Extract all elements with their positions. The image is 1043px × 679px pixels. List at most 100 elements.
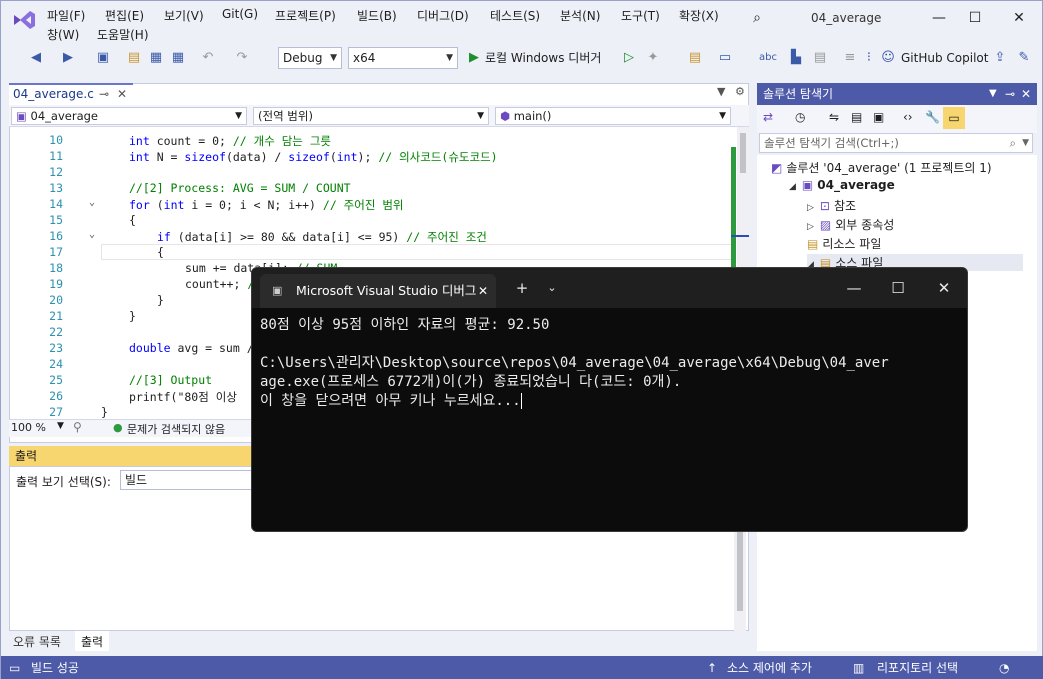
step-icon[interactable]: ▤: [811, 49, 829, 67]
notification-icon[interactable]: ◔: [999, 656, 1009, 679]
save-all-icon[interactable]: ▦: [169, 49, 187, 67]
select-repository[interactable]: 리포지토리 선택: [877, 656, 958, 679]
expand-icon[interactable]: ▷: [807, 203, 814, 213]
spell-check-icon[interactable]: abc: [759, 49, 777, 67]
code-view-icon[interactable]: ‹›: [903, 110, 913, 124]
code-line[interactable]: }: [129, 309, 136, 323]
start-debug-icon[interactable]: ▶: [466, 49, 482, 67]
share-icon[interactable]: ⇪: [991, 49, 1009, 67]
output-scroll-thumb[interactable]: [737, 521, 743, 611]
editor-settings-icon[interactable]: ⚙: [735, 85, 745, 98]
tree-item[interactable]: ▷ ▨ 외부 종속성: [807, 216, 1023, 233]
code-line[interactable]: for (int i = 0; i < N; i++) // 주어진 범위: [129, 197, 404, 213]
issues-status[interactable]: 문제가 검색되지 않음: [127, 421, 225, 437]
tab-error-list[interactable]: 오류 목록: [13, 633, 61, 650]
code-line[interactable]: //[2] Process: AVG = SUM / COUNT: [129, 181, 351, 195]
output-source-select[interactable]: 빌드: [120, 470, 260, 490]
pane-pin-icon[interactable]: ⊸: [1005, 83, 1015, 105]
maximize-button[interactable]: ☐: [961, 7, 989, 29]
fold-icon[interactable]: ⌄: [89, 197, 95, 208]
undo-icon[interactable]: ↶: [199, 49, 217, 67]
redo-icon[interactable]: ↷: [233, 49, 251, 67]
console-maximize-button[interactable]: ☐: [880, 276, 916, 300]
scroll-thumb[interactable]: [740, 133, 746, 173]
code-line[interactable]: }: [101, 405, 108, 419]
settings-icon[interactable]: ⁝: [861, 49, 877, 67]
zoom-dropdown-icon[interactable]: ▼: [57, 421, 64, 431]
pane-close-icon[interactable]: ✕: [1021, 83, 1031, 105]
intellicode-icon[interactable]: ⚲: [73, 420, 82, 434]
code-line[interactable]: printf("80점 이상: [129, 389, 244, 405]
menu-item[interactable]: 분석(N): [560, 7, 600, 24]
open-folder-icon[interactable]: ▤: [125, 49, 143, 67]
pane-dropdown-icon[interactable]: ▼: [989, 83, 997, 105]
start-debug-button[interactable]: 로컬 Windows 디버거: [485, 49, 601, 67]
start-without-debug-icon[interactable]: ▷: [621, 49, 637, 67]
tree-item[interactable]: ◢ ▣ 04_average: [789, 178, 1023, 192]
close-button[interactable]: ✕: [1005, 7, 1033, 29]
nav-scope-select[interactable]: (전역 범위) ▼: [253, 107, 489, 125]
tab-04-average-c[interactable]: 04_average.c ⊸ ✕: [9, 83, 133, 105]
history-icon[interactable]: ◷: [795, 110, 805, 124]
code-line[interactable]: int N = sizeof(data) / sizeof(int); // 의…: [129, 149, 498, 165]
code-line[interactable]: {: [129, 213, 136, 227]
code-line[interactable]: double avg = sum /: [129, 341, 261, 355]
code-line[interactable]: //[3] Output: [129, 373, 212, 387]
console-tab-close-icon[interactable]: ✕: [478, 274, 488, 308]
tree-item[interactable]: ▤ 리소스 파일: [807, 235, 1023, 252]
menu-item[interactable]: 디버그(D): [417, 7, 469, 24]
menu-item[interactable]: 도구(T): [621, 7, 660, 24]
search-options-icon[interactable]: ▼: [1022, 134, 1029, 152]
forward-icon[interactable]: ▶: [59, 49, 77, 67]
solution-folder-icon[interactable]: ▤: [687, 49, 703, 67]
preview-icon[interactable]: ▭: [943, 107, 965, 129]
nav-project-select[interactable]: ▣ 04_average ▼: [11, 107, 247, 125]
add-to-source-control[interactable]: 소스 제어에 추가: [727, 656, 812, 679]
menu-item[interactable]: 보기(V): [164, 7, 204, 24]
collapse-all-icon[interactable]: ▤: [851, 110, 862, 124]
minimize-button[interactable]: —: [925, 7, 953, 29]
tab-output[interactable]: 출력: [75, 631, 110, 651]
copilot-icon[interactable]: ☺: [879, 49, 897, 67]
breakpoint-icon[interactable]: ▙: [787, 49, 805, 67]
close-tab-icon[interactable]: ✕: [117, 85, 127, 103]
layout-icon[interactable]: ▭: [717, 49, 733, 67]
nav-member-select[interactable]: ⬢ main() ▼: [495, 107, 731, 125]
save-icon[interactable]: ▦: [147, 49, 165, 67]
console-tab[interactable]: ▣ Microsoft Visual Studio 디버그 ✕: [260, 274, 496, 308]
zoom-select[interactable]: 100 %: [11, 421, 46, 434]
menu-item[interactable]: 파일(F): [47, 7, 85, 24]
code-line[interactable]: if (data[i] >= 80 && data[i] <= 95) // 주…: [157, 229, 487, 245]
menu-item[interactable]: 창(W): [47, 26, 79, 43]
configuration-select[interactable]: Debug ▼: [278, 47, 342, 69]
tree-item[interactable]: ◩ 솔루션 '04_average' (1 프로젝트의 1): [771, 159, 1023, 176]
menu-item[interactable]: 테스트(S): [490, 7, 540, 24]
switch-view-icon[interactable]: ⇄: [763, 110, 773, 124]
tree-item[interactable]: ▷ ⊡ 참조: [807, 197, 1023, 214]
sync-icon[interactable]: ⇋: [829, 110, 839, 124]
menu-item[interactable]: 확장(X): [679, 7, 719, 24]
expand-icon[interactable]: ◢: [789, 182, 796, 192]
debug-console-window[interactable]: ▣ Microsoft Visual Studio 디버그 ✕ + ⌄ — ☐ …: [251, 267, 968, 532]
menu-item[interactable]: 편집(E): [105, 7, 144, 24]
show-all-files-icon[interactable]: ▣: [873, 110, 884, 124]
code-line[interactable]: int count = 0; // 개수 담는 그릇: [129, 133, 331, 149]
menu-item[interactable]: Git(G): [222, 7, 258, 21]
fold-icon[interactable]: ⌄: [89, 229, 95, 240]
hot-reload-icon[interactable]: ✦: [645, 49, 661, 67]
back-icon[interactable]: ◀: [27, 49, 45, 67]
expand-icon[interactable]: ▷: [807, 222, 814, 232]
properties-icon[interactable]: 🔧: [925, 110, 940, 124]
new-item-icon[interactable]: ▣: [93, 49, 113, 67]
tab-dropdown-icon[interactable]: ▼: [717, 85, 725, 98]
code-line[interactable]: }: [157, 293, 164, 307]
console-close-button[interactable]: ✕: [926, 276, 962, 300]
solution-search-input[interactable]: 솔루션 탐색기 검색(Ctrl+;) ⌕ ▼: [759, 133, 1033, 153]
pin-icon[interactable]: ⊸: [99, 85, 109, 103]
comment-icon[interactable]: ≡: [841, 49, 859, 67]
platform-select[interactable]: x64 ▼: [348, 47, 458, 69]
tab-dropdown-icon[interactable]: ⌄: [534, 276, 570, 300]
copilot-button[interactable]: GitHub Copilot: [901, 49, 988, 67]
menu-item[interactable]: 빌드(B): [357, 7, 397, 24]
menu-item[interactable]: 프로젝트(P): [275, 7, 336, 24]
